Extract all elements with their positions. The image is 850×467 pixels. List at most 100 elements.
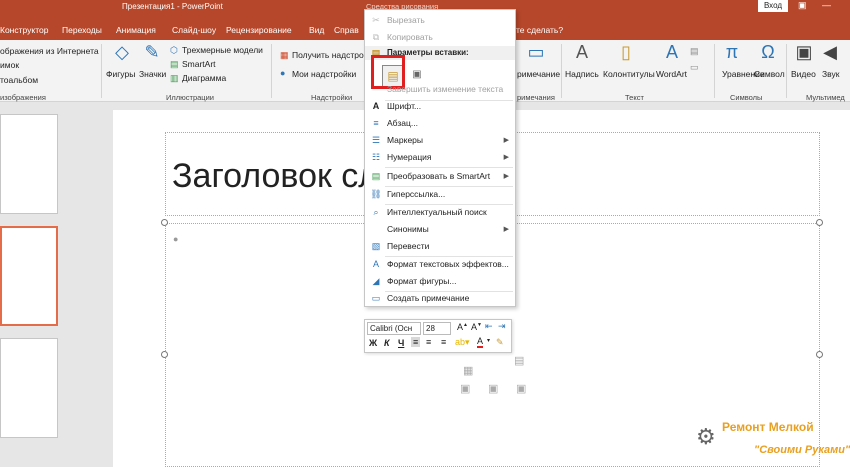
shrink-font-icon[interactable]: A▼ (471, 322, 482, 332)
resize-handle[interactable] (161, 219, 168, 226)
font-color-dropdown-icon[interactable]: ▾ (487, 337, 490, 344)
font-color-icon[interactable]: A (477, 336, 484, 348)
insert-online-picture-icon[interactable]: ▣ (488, 382, 498, 395)
images-group-label: изображения (0, 93, 46, 102)
screenshot-button[interactable]: имок (0, 60, 19, 70)
tab-review[interactable]: Рецензирование (226, 25, 292, 35)
menu-item-finish-edit[interactable]: Завершить изменение текста (365, 81, 515, 98)
tab-slideshow[interactable]: Слайд-шоу (172, 25, 216, 35)
menu-item-numbering[interactable]: ☷ Нумерация ▶ (365, 149, 515, 166)
slide-thumbnail-pane (0, 102, 95, 467)
menu-item-smart-lookup[interactable]: ⌕ Интеллектуальный поиск (365, 204, 515, 221)
resize-handle[interactable] (816, 351, 823, 358)
submenu-arrow-icon: ▶ (503, 137, 509, 144)
menu-label: Перевести (387, 241, 430, 251)
menu-item-translate[interactable]: ▧ Перевести (365, 238, 515, 255)
icons-icon[interactable]: ✎ (140, 42, 164, 63)
align-right-icon[interactable]: ≡ (441, 337, 446, 347)
menu-item-bullets[interactable]: ☰ Маркеры ▶ (365, 132, 515, 149)
slide-thumbnail[interactable] (0, 114, 58, 214)
symbol-button[interactable]: Символ (754, 69, 785, 79)
shapes-button[interactable]: Фигуры (106, 69, 135, 79)
minimize-icon[interactable]: — (822, 0, 831, 10)
audio-icon[interactable]: ◀ (818, 42, 842, 63)
tell-me-text[interactable]: те сделать? (516, 25, 563, 35)
font-size-select[interactable]: 28 (423, 322, 451, 335)
insert-video-icon[interactable]: ▣ (516, 382, 526, 395)
menu-label: Формат текстовых эффектов... (387, 259, 509, 269)
header-footer-icon[interactable]: ▯ (614, 42, 638, 63)
my-addins-button[interactable]: Мои надстройки (292, 69, 356, 79)
font-name-select[interactable]: Calibri (Осн (367, 322, 421, 335)
tab-view[interactable]: Вид (309, 25, 324, 35)
menu-item-font[interactable]: A Шрифт... (365, 98, 515, 115)
ribbon-display-icon[interactable]: ▣ (798, 0, 807, 11)
menu-item-synonyms[interactable]: Синонимы ▶ (365, 221, 515, 238)
chart-button[interactable]: Диаграмма (182, 73, 226, 83)
window-title: Презентация1 - PowerPoint (122, 2, 223, 11)
menu-item-text-effects[interactable]: A Формат текстовых эффектов... (365, 256, 515, 273)
slide-thumbnail-selected[interactable] (0, 226, 58, 326)
group-divider (271, 44, 272, 98)
menu-item-convert-smartart[interactable]: ▤ Преобразовать в SmartArt ▶ (365, 168, 515, 185)
outdent-icon[interactable]: ⇥ (498, 321, 506, 332)
text-extra-icon-2[interactable]: ▭ (690, 62, 699, 73)
submenu-arrow-icon: ▶ (503, 154, 509, 161)
align-center-icon[interactable]: ≡ (426, 337, 431, 347)
italic-button[interactable]: К (384, 338, 390, 348)
textbox-icon[interactable]: A (570, 42, 594, 63)
text-group-label: Текст (625, 93, 644, 102)
tab-help[interactable]: Справ (334, 25, 359, 35)
copy-icon: ⧉ (372, 32, 380, 42)
font-icon: A (372, 101, 380, 111)
video-icon[interactable]: ▣ (792, 42, 816, 63)
get-addins-button[interactable]: Получить надстро (292, 50, 364, 60)
login-button[interactable]: Вход (758, 0, 788, 12)
video-button[interactable]: Видео (791, 69, 816, 79)
resize-handle[interactable] (816, 219, 823, 226)
smartart-button[interactable]: SmartArt (182, 59, 216, 69)
comment-icon[interactable]: ▭ (524, 42, 548, 63)
shapes-icon[interactable]: ◇ (110, 42, 134, 63)
menu-item-paragraph[interactable]: ≡ Абзац... (365, 115, 515, 132)
highlight-color-icon[interactable]: ab▾ (455, 337, 470, 348)
insert-picture-icon[interactable]: ▣ (460, 382, 470, 395)
menu-label: Нумерация (387, 152, 432, 162)
align-left-icon[interactable]: ≡ (411, 337, 421, 347)
menu-item-shape-format[interactable]: ◢ Формат фигуры... (365, 273, 515, 290)
wordart-button[interactable]: WordArt (656, 69, 687, 79)
insert-smartart-icon[interactable]: ▤ (514, 354, 524, 367)
audio-button[interactable]: Звук (822, 69, 839, 79)
underline-button[interactable]: Ч (398, 338, 404, 348)
bold-button[interactable]: Ж (369, 338, 377, 348)
menu-item-hyperlink[interactable]: ⛓ Гиперссылка... (365, 186, 515, 203)
menu-item-copy[interactable]: ⧉ Копировать (365, 29, 515, 46)
login-label: Вход (763, 1, 783, 10)
online-images-button[interactable]: ображения из Интернета (0, 46, 99, 56)
format-painter-icon[interactable]: ✎ (496, 337, 504, 348)
comment-button[interactable]: римечание (517, 69, 560, 79)
grow-font-icon[interactable]: A▲ (457, 322, 468, 332)
menu-label: Гиперссылка... (387, 189, 446, 199)
tab-transitions[interactable]: Переходы (62, 25, 102, 35)
resize-handle[interactable] (161, 351, 168, 358)
3d-models-button[interactable]: Трехмерные модели (182, 45, 263, 55)
symbol-icon[interactable]: Ω (756, 42, 780, 63)
textbox-button[interactable]: Надпись (565, 69, 599, 79)
mini-toolbar: Calibri (Осн 28 A▲ A▼ ⇤ ⇥ Ж К Ч ≡ ≡ ≡ ab… (364, 319, 512, 353)
icons-button[interactable]: Значки (139, 69, 166, 79)
wordart-icon[interactable]: A (660, 42, 684, 63)
menu-label: Маркеры (387, 135, 424, 145)
header-footer-button[interactable]: Колонтитулы (603, 69, 655, 79)
menu-item-new-comment[interactable]: ▭ Создать примечание (365, 290, 515, 307)
font-name-value: Calibri (Осн (370, 324, 413, 333)
insert-table-icon[interactable]: ▦ (463, 364, 473, 377)
slide-thumbnail[interactable] (0, 338, 58, 438)
tab-design[interactable]: Конструктор (0, 25, 48, 35)
indent-icon[interactable]: ⇤ (485, 321, 493, 332)
photo-album-button[interactable]: тоальбом (0, 75, 38, 85)
menu-item-cut[interactable]: ✂ Вырезать (365, 12, 515, 29)
text-extra-icon[interactable]: ▤ (690, 46, 699, 57)
tab-animation[interactable]: Анимация (116, 25, 156, 35)
equation-icon[interactable]: π (720, 42, 744, 63)
